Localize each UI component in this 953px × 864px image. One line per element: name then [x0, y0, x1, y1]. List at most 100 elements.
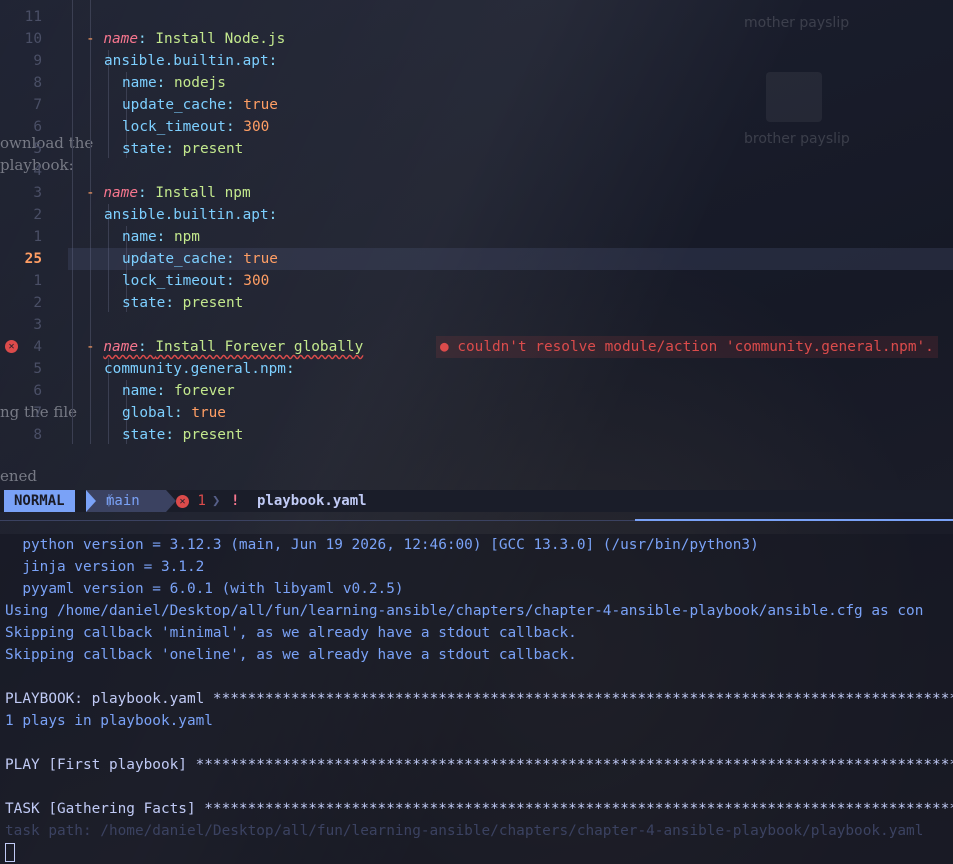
terminal-pane[interactable]: python version = 3.12.3 (main, Jun 19 20…	[0, 534, 953, 864]
editor-line[interactable]: 7 global: true	[0, 402, 953, 424]
modified-flag: !	[231, 493, 240, 509]
token-str: present	[182, 427, 244, 443]
editor-line[interactable]: 8 name: nodejs	[0, 72, 953, 94]
editor-line[interactable]: 6 lock_timeout: 300	[0, 116, 953, 138]
editor-line[interactable]: 3	[0, 314, 953, 336]
token-bool: true	[191, 405, 226, 421]
branch-name: main	[106, 493, 140, 509]
line-code: - name: Install npm	[68, 182, 251, 204]
token-key: lock_timeout	[122, 273, 226, 289]
terminal-cursor	[5, 843, 15, 862]
editor-line[interactable]: 5 community.general.npm:	[0, 358, 953, 380]
editor-line[interactable]: 8 state: present	[0, 424, 953, 446]
editor-line[interactable]: 3 - name: Install npm	[0, 182, 953, 204]
git-branch[interactable]: ᚴ main	[86, 490, 166, 512]
line-number: 3	[33, 317, 42, 333]
terminal-line: jinja version = 3.1.2	[5, 559, 205, 575]
editor-line[interactable]: 9 ansible.builtin.apt:	[0, 50, 953, 72]
token-nm: name	[103, 31, 138, 47]
editor-line[interactable]: 11	[0, 6, 953, 28]
line-code: - name: Install Node.js	[68, 28, 285, 50]
editor-line[interactable]: 25 update_cache: true	[25, 248, 953, 270]
line-number: 7	[33, 405, 42, 421]
token-num: 300	[243, 119, 270, 135]
status-line: NORMAL ᚴ main ✕ 1 ❯ ! playbook.yaml	[0, 490, 953, 512]
token-str: Install Node.js	[155, 31, 286, 47]
terminal-line: TASK [Gathering Facts] *****************…	[5, 801, 953, 817]
token-dash: -	[86, 185, 104, 201]
terminal-line: Skipping callback 'oneline', as we alrea…	[5, 647, 577, 663]
chevron-right-icon: ❯	[212, 493, 221, 509]
token-key: name	[122, 229, 157, 245]
token-punc: :	[268, 207, 278, 223]
terminal-line: task path: /home/daniel/Desktop/all/fun/…	[5, 823, 924, 839]
terminal-line: Skipping callback 'minimal', as we alrea…	[5, 625, 577, 641]
editor-line[interactable]: 1 lock_timeout: 300	[0, 270, 953, 292]
diagnostics-error-count[interactable]: ✕ 1	[176, 490, 206, 512]
token-nm: name	[103, 339, 138, 355]
editor-line[interactable]: 10 - name: Install Node.js	[0, 28, 953, 50]
inline-diagnostic: ● couldn't resolve module/action 'commun…	[436, 336, 938, 358]
token-punc: :	[156, 229, 174, 245]
file-name: playbook.yaml	[257, 493, 367, 509]
line-code: global: true	[68, 402, 226, 424]
line-number: 10	[24, 31, 42, 47]
token-key: state	[122, 141, 166, 157]
token-punc: :	[225, 251, 244, 267]
token-key: update_cache	[122, 97, 226, 113]
line-code: name: nodejs	[68, 72, 226, 94]
line-number: 5	[33, 361, 42, 377]
terminal-line: PLAY [First playbook] ******************…	[5, 757, 953, 773]
editor-line[interactable]: 1 name: npm	[0, 226, 953, 248]
token-punc: :	[173, 405, 192, 421]
line-code: lock_timeout: 300	[68, 270, 269, 292]
token-punc: :	[225, 273, 244, 289]
code-editor[interactable]: 11 10 - name: Install Node.js 9 ansible.buil…	[0, 0, 953, 490]
line-number: 1	[33, 229, 42, 245]
token-str: present	[182, 141, 244, 157]
token-mod: ansible.builtin.apt	[104, 207, 269, 223]
mode-indicator: NORMAL	[4, 490, 75, 512]
token-punc: :	[137, 185, 156, 201]
line-code: lock_timeout: 300	[68, 116, 269, 138]
line-code: state: present	[68, 424, 243, 446]
line-code: ansible.builtin.apt:	[68, 50, 277, 72]
token-punc: :	[156, 383, 174, 399]
line-code: state: present	[68, 292, 243, 314]
token-str: Install Forever globally	[155, 339, 364, 355]
error-icon: ✕	[176, 495, 189, 508]
line-code: update_cache: true	[68, 248, 278, 270]
editor-line[interactable]: 4- name: Install Forever globally ✕ ● coul…	[0, 336, 953, 358]
line-number: 9	[33, 53, 42, 69]
editor-line[interactable]: 7 update_cache: true	[0, 94, 953, 116]
editor-line[interactable]: 2 ansible.builtin.apt:	[0, 204, 953, 226]
token-str: present	[182, 295, 244, 311]
token-str: npm	[173, 229, 200, 245]
line-code: update_cache: true	[68, 94, 278, 116]
line-number: 8	[33, 75, 42, 91]
token-key: update_cache	[122, 251, 226, 267]
terminal-line: pyyaml version = 6.0.1 (with libyaml v0.…	[5, 581, 404, 597]
editor-line[interactable]: 6 name: forever	[0, 380, 953, 402]
line-code: community.general.npm:	[68, 358, 295, 380]
token-str: Install npm	[155, 185, 251, 201]
editor-line[interactable]: 5 state: present	[0, 138, 953, 160]
error-count-value: 1	[197, 493, 206, 509]
line-code: - name: Install Forever globally	[68, 336, 363, 358]
editor-line[interactable]: 2 state: present	[0, 292, 953, 314]
line-number: 8	[33, 427, 42, 443]
token-punc: :	[285, 361, 295, 377]
terminal-line: PLAYBOOK: playbook.yaml ****************…	[5, 691, 953, 707]
token-key: name	[122, 383, 157, 399]
token-bool: true	[243, 251, 278, 267]
error-sign-icon[interactable]: ✕	[5, 340, 18, 353]
editor-line[interactable]: 4	[0, 160, 953, 182]
token-mod: ansible.builtin.apt	[104, 53, 269, 69]
mode-separator	[86, 490, 96, 512]
token-punc: :	[165, 427, 183, 443]
line-code: name: forever	[68, 380, 235, 402]
token-key: global	[122, 405, 174, 421]
line-number: 11	[24, 9, 42, 25]
token-num: 300	[243, 273, 270, 289]
token-punc: :	[165, 295, 183, 311]
